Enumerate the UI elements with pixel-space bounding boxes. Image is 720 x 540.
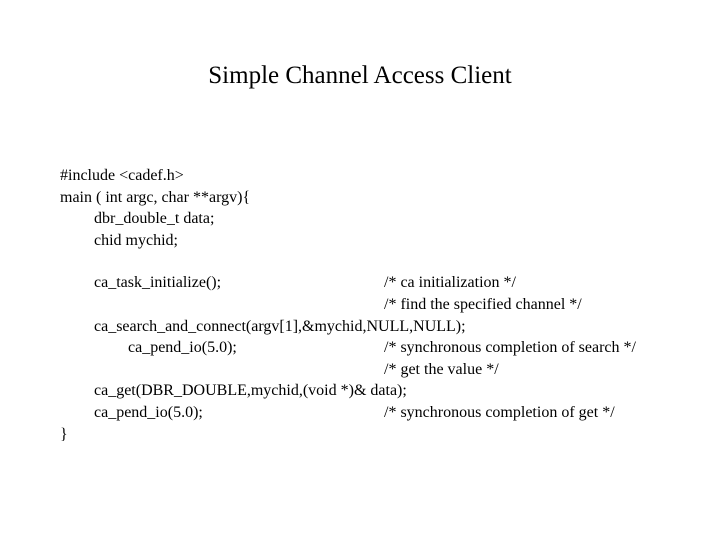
code-text: ca_get(DBR_DOUBLE,mychid,(void *)& data)… (94, 380, 407, 402)
code-comment: /* get the value */ (384, 359, 499, 381)
code-line: ca_pend_io(5.0); /* synchronous completio… (60, 337, 680, 359)
code-line: ca_task_initialize(); /* ca initializatio… (60, 272, 680, 294)
code-block: #include <cadef.h> main ( int argc, char… (60, 165, 680, 445)
code-text: main ( int argc, char **argv){ (60, 187, 250, 209)
code-line: ca_search_and_connect(argv[1],&mychid,NU… (60, 316, 680, 338)
code-text: chid mychid; (94, 230, 178, 252)
code-line: /* find the specified channel */ (60, 294, 680, 316)
code-line: chid mychid; (60, 230, 680, 252)
code-text: dbr_double_t data; (94, 208, 214, 230)
code-line: /* get the value */ (60, 359, 680, 381)
code-text: ca_search_and_connect(argv[1],&mychid,NU… (94, 316, 466, 338)
code-comment: /* find the specified channel */ (384, 294, 582, 316)
code-text: ca_pend_io(5.0); (128, 339, 237, 356)
code-line: ca_get(DBR_DOUBLE,mychid,(void *)& data)… (60, 380, 680, 402)
code-line: main ( int argc, char **argv){ (60, 187, 680, 209)
code-text: ca_pend_io(5.0); (94, 404, 203, 421)
blank-line (60, 251, 680, 272)
code-comment: /* synchronous completion of get */ (384, 402, 615, 424)
code-line: } (60, 424, 680, 446)
slide-title: Simple Channel Access Client (0, 62, 720, 90)
code-text: } (60, 424, 68, 446)
code-comment: /* synchronous completion of search */ (384, 337, 636, 359)
code-text: ca_task_initialize(); (94, 274, 221, 291)
code-comment: /* ca initialization */ (384, 272, 516, 294)
code-text: #include <cadef.h> (60, 165, 184, 187)
code-line: ca_pend_io(5.0); /* synchronous completio… (60, 402, 680, 424)
code-line: dbr_double_t data; (60, 208, 680, 230)
code-line: #include <cadef.h> (60, 165, 680, 187)
slide: Simple Channel Access Client #include <c… (0, 0, 720, 540)
